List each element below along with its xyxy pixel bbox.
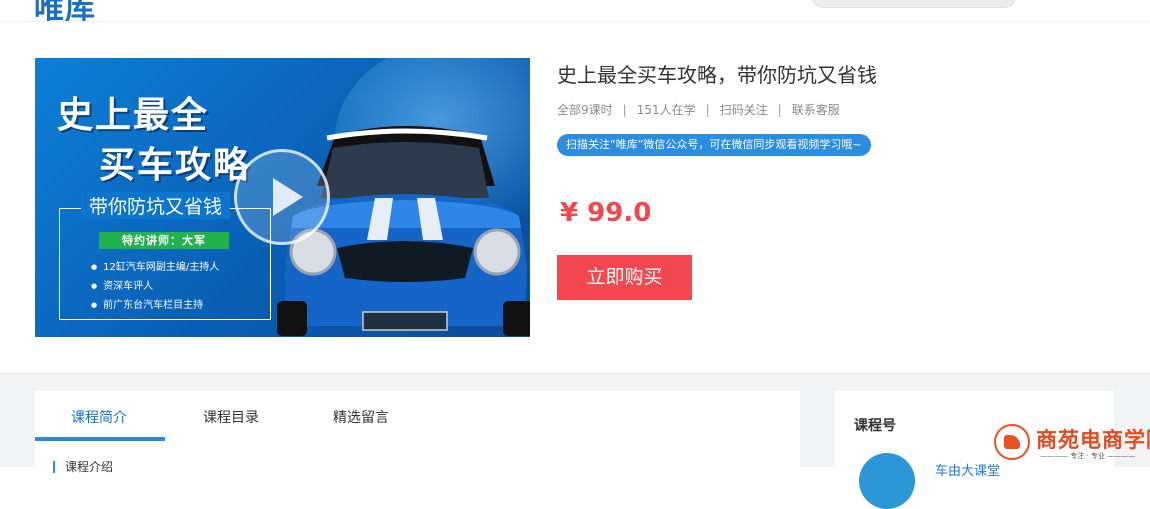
search-input[interactable]: [812, 0, 1016, 8]
meta-divider: |: [622, 103, 627, 117]
lesson-count: 全部9课时: [557, 103, 613, 117]
tab-course-catalog[interactable]: 课程目录: [203, 407, 259, 427]
watermark-slogan: ———— 专注 · 专业 ————: [1040, 452, 1136, 460]
teacher-badge: 特约讲师：大军: [99, 232, 229, 249]
cover-title-line2: 买车攻略: [99, 145, 252, 186]
meta-divider: |: [705, 103, 710, 117]
buy-now-button[interactable]: 立即购买: [557, 255, 692, 300]
course-tabs-panel: 课程简介 课程目录 精选留言 课程介绍: [35, 391, 800, 473]
credential-item: 12缸汽车网副主编/主持人: [91, 258, 219, 277]
tab-course-intro[interactable]: 课程简介: [71, 407, 127, 427]
teacher-credentials: 12缸汽车网副主编/主持人 资深车评人 前广东台汽车栏目主持: [91, 258, 219, 315]
play-icon[interactable]: [234, 149, 330, 245]
wechat-notice-badge: 扫描关注“唯库”微信公众号，可在微信同步观看视频学习哦~: [557, 134, 871, 156]
scan-follow-link[interactable]: 扫码关注: [720, 101, 768, 118]
meta-divider: |: [777, 103, 782, 117]
course-meta: 全部9课时 | 151人在学 | 扫码关注 | 联系客服: [557, 101, 840, 118]
side-panel-title: 课程号: [854, 418, 896, 434]
site-logo[interactable]: 唯库: [34, 0, 96, 21]
credential-item: 前广东台汽车栏目主持: [91, 296, 219, 315]
credential-item: 资深车评人: [91, 277, 219, 296]
avatar[interactable]: [859, 453, 915, 509]
watermark: 商苑电商学院 ———— 专注 · 专业 ————: [994, 424, 1150, 462]
section-label: 课程介绍: [53, 461, 113, 473]
active-tab-indicator: [35, 437, 165, 441]
top-navbar: 唯库: [0, 0, 1150, 22]
cover-subtitle: 带你防坑又省钱: [81, 192, 231, 219]
contact-service-link[interactable]: 联系客服: [792, 101, 840, 118]
course-cover[interactable]: 史上最全 买车攻略 带你防坑又省钱 特约讲师：大军 12缸汽车网副主编/主持人 …: [35, 58, 530, 337]
course-title: 史上最全买车攻略，带你防坑又省钱: [557, 63, 877, 87]
tab-selected-comments[interactable]: 精选留言: [333, 407, 389, 427]
learner-count: 151人在学: [636, 103, 696, 117]
cover-title-line1: 史上最全: [57, 95, 210, 136]
course-price: ¥ 99.0: [560, 198, 652, 228]
watermark-logo-icon: [994, 424, 1030, 460]
account-name-link[interactable]: 车由大课堂: [935, 460, 1000, 479]
watermark-name: 商苑电商学院: [1036, 427, 1150, 452]
